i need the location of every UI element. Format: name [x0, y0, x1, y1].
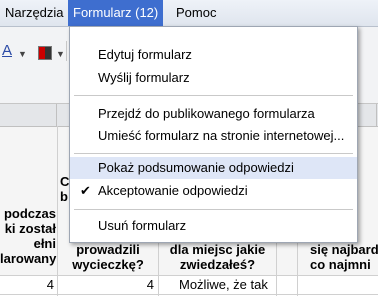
menu-item-send-form[interactable]: Wyślij formularz — [70, 67, 357, 89]
fill-color-icon[interactable] — [38, 46, 52, 60]
header-text: co najmni — [310, 257, 371, 272]
table-cell[interactable]: 4 — [58, 276, 154, 294]
menu-item-delete-form[interactable]: Usuń formularz — [70, 215, 357, 237]
header-text: wycieczkę? — [72, 257, 144, 272]
form-menu-dropdown: Edytuj formularz Wyślij formularz Przejd… — [69, 26, 358, 243]
header-text: podczas — [3, 206, 56, 221]
header-text: b — [60, 189, 68, 204]
chevron-down-icon[interactable]: ▼ — [56, 49, 65, 59]
header-cell[interactable]: się najbard co najmni — [300, 242, 378, 272]
menu-item-label: Akceptowanie odpowiedzi — [98, 183, 248, 198]
menu-formularz[interactable]: Formularz (12) — [68, 0, 164, 26]
header-cell[interactable]: dla miejsc jakie zwiedzałeś? — [159, 242, 276, 272]
header-text: C — [60, 174, 70, 189]
header-cell[interactable]: prowadzili wycieczkę? — [58, 242, 158, 272]
chevron-down-icon[interactable]: ▼ — [18, 49, 27, 59]
menubar: Narzędzia Formularz (12) Pomoc — [0, 0, 378, 27]
text-color-icon[interactable]: A — [2, 42, 12, 59]
menu-pomoc[interactable]: Pomoc — [171, 0, 221, 26]
header-text-fragment: C b — [60, 174, 69, 204]
header-text: ełni — [33, 236, 56, 251]
menu-separator — [74, 95, 353, 96]
menu-item-go-to-published[interactable]: Przejdź do publikowanego formularza — [70, 103, 357, 125]
table-cell[interactable]: 4 — [0, 276, 54, 294]
menu-narzedzia[interactable]: Narzędzia — [0, 0, 69, 26]
menu-separator — [74, 153, 353, 154]
menu-item-edit-form[interactable]: Edytuj formularz — [70, 44, 357, 66]
column-header[interactable] — [0, 104, 57, 126]
table-cell[interactable]: Możliwe, że tak — [179, 276, 275, 294]
menu-item-accepting-responses[interactable]: ✔ Akceptowanie odpowiedzi — [70, 180, 357, 202]
menu-separator — [74, 209, 353, 210]
header-text: larowany — [0, 251, 57, 266]
row-divider — [0, 294, 378, 295]
menu-item-embed-form[interactable]: Umieść formularz na stronie internetowej… — [70, 125, 357, 147]
header-cell[interactable]: podczas ki został ełni larowany — [0, 206, 56, 266]
checkmark-icon: ✔ — [80, 183, 91, 198]
header-text: zwiedzałeś? — [179, 257, 256, 272]
header-text: się najbard — [310, 242, 378, 257]
toolbar-divider — [66, 41, 67, 61]
header-text: dla miejsc jakie — [169, 242, 266, 257]
menu-item-show-summary[interactable]: Pokaż podsumowanie odpowiedzi — [70, 157, 357, 179]
header-text: prowadzili — [76, 242, 140, 257]
header-text: ki został — [4, 221, 56, 236]
